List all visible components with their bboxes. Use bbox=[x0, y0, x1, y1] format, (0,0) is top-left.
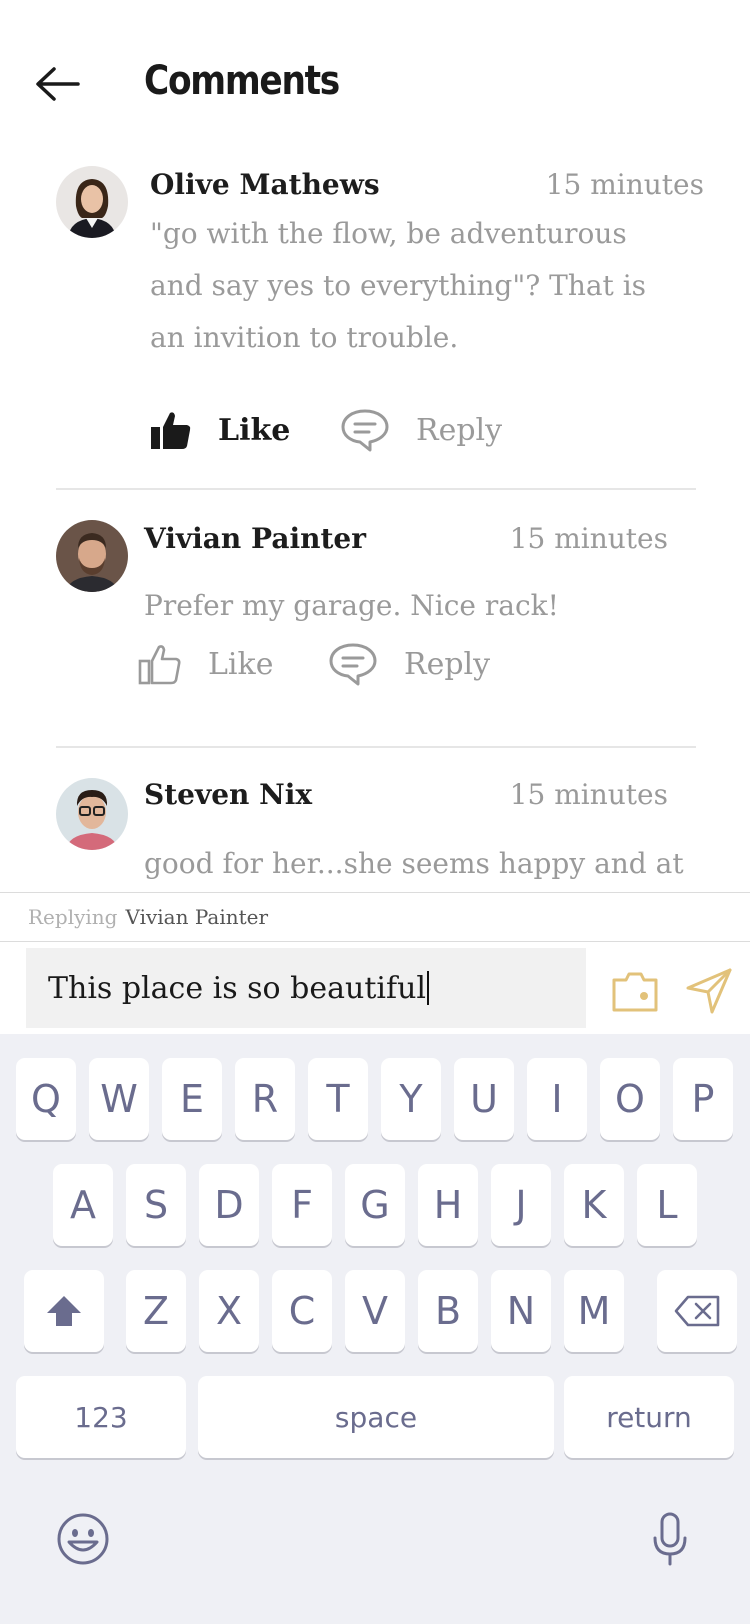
key-a[interactable]: A bbox=[53, 1164, 113, 1246]
avatar[interactable] bbox=[56, 778, 128, 850]
comment-item: Olive Mathews 15 minutes "go with the fl… bbox=[56, 150, 704, 490]
key-j[interactable]: J bbox=[491, 1164, 551, 1246]
key-t[interactable]: T bbox=[308, 1058, 368, 1140]
comment-time: 15 minutes bbox=[509, 522, 668, 555]
text-caret bbox=[427, 971, 429, 1005]
thumbs-up-filled-icon bbox=[151, 412, 191, 449]
page-title: Comments bbox=[144, 58, 340, 104]
key-y[interactable]: Y bbox=[381, 1058, 441, 1140]
comment-text: good for her...she seems happy and at bbox=[144, 847, 684, 880]
camera-button[interactable] bbox=[610, 970, 660, 1014]
key-q[interactable]: Q bbox=[16, 1058, 76, 1140]
keyboard: Q W E R T Y U I O P A S D F G H J K L Z … bbox=[0, 1034, 750, 1624]
key-h[interactable]: H bbox=[418, 1164, 478, 1246]
comment-author[interactable]: Olive Mathews bbox=[150, 168, 380, 201]
microphone-button[interactable] bbox=[652, 1512, 688, 1570]
key-n[interactable]: N bbox=[491, 1270, 551, 1352]
key-i[interactable]: I bbox=[527, 1058, 587, 1140]
comment-input[interactable]: This place is so beautiful bbox=[26, 948, 586, 1028]
comment-text: "go with the flow, be adventurous and sa… bbox=[150, 217, 647, 354]
chat-bubble-icon bbox=[341, 409, 389, 452]
comment-time: 15 minutes bbox=[545, 168, 704, 201]
thumbs-up-outline-icon bbox=[138, 645, 181, 685]
like-button[interactable]: Like bbox=[138, 636, 273, 692]
key-e[interactable]: E bbox=[162, 1058, 222, 1140]
key-k[interactable]: K bbox=[564, 1164, 624, 1246]
replying-indicator: Replying Vivian Painter bbox=[0, 892, 750, 942]
key-x[interactable]: X bbox=[199, 1270, 259, 1352]
emoji-icon bbox=[57, 1513, 109, 1565]
like-button[interactable]: Like bbox=[150, 402, 290, 458]
key-r[interactable]: R bbox=[235, 1058, 295, 1140]
backspace-icon bbox=[674, 1295, 720, 1327]
avatar[interactable] bbox=[56, 166, 128, 238]
numbers-key[interactable]: 123 bbox=[16, 1376, 186, 1458]
comments-list[interactable]: Olive Mathews 15 minutes "go with the fl… bbox=[0, 150, 750, 892]
comment-item: Steven Nix 15 minutes good for her...she… bbox=[56, 748, 696, 892]
key-v[interactable]: V bbox=[345, 1270, 405, 1352]
key-l[interactable]: L bbox=[637, 1164, 697, 1246]
key-z[interactable]: Z bbox=[126, 1270, 186, 1352]
key-d[interactable]: D bbox=[199, 1164, 259, 1246]
key-m[interactable]: M bbox=[564, 1270, 624, 1352]
chat-bubble-icon bbox=[329, 643, 377, 686]
microphone-icon bbox=[653, 1512, 687, 1566]
like-label: Like bbox=[208, 646, 274, 682]
comment-time: 15 minutes bbox=[509, 778, 668, 811]
send-button[interactable] bbox=[684, 966, 734, 1016]
key-s[interactable]: S bbox=[126, 1164, 186, 1246]
reply-button[interactable]: Reply bbox=[328, 636, 490, 692]
shift-icon bbox=[47, 1296, 81, 1326]
return-key[interactable]: return bbox=[564, 1376, 734, 1458]
comment-item: Vivian Painter 15 minutes Prefer my gara… bbox=[56, 490, 696, 748]
like-label: Like bbox=[218, 412, 291, 448]
reply-label: Reply bbox=[416, 412, 503, 448]
comment-text: Prefer my garage. Nice rack! bbox=[144, 589, 559, 622]
key-o[interactable]: O bbox=[600, 1058, 660, 1140]
key-g[interactable]: G bbox=[345, 1164, 405, 1246]
avatar[interactable] bbox=[56, 520, 128, 592]
key-c[interactable]: C bbox=[272, 1270, 332, 1352]
comment-composer: This place is so beautiful bbox=[0, 942, 750, 1034]
emoji-button[interactable] bbox=[56, 1512, 110, 1570]
comment-author[interactable]: Vivian Painter bbox=[144, 522, 366, 555]
header: Comments bbox=[0, 0, 750, 150]
shift-key[interactable] bbox=[24, 1270, 104, 1352]
camera-icon bbox=[612, 972, 658, 1012]
back-button[interactable] bbox=[30, 62, 86, 112]
key-f[interactable]: F bbox=[272, 1164, 332, 1246]
send-icon bbox=[686, 968, 732, 1014]
replying-label: Replying bbox=[28, 905, 118, 929]
space-key[interactable]: space bbox=[198, 1376, 554, 1458]
key-u[interactable]: U bbox=[454, 1058, 514, 1140]
arrow-left-icon bbox=[36, 67, 80, 101]
backspace-key[interactable] bbox=[657, 1270, 737, 1352]
replying-name: Vivian Painter bbox=[125, 905, 269, 929]
key-w[interactable]: W bbox=[89, 1058, 149, 1140]
comment-input-value: This place is so beautiful bbox=[48, 970, 426, 1006]
key-p[interactable]: P bbox=[673, 1058, 733, 1140]
reply-button[interactable]: Reply bbox=[340, 402, 502, 458]
comment-author[interactable]: Steven Nix bbox=[144, 778, 312, 811]
reply-label: Reply bbox=[404, 646, 491, 682]
key-b[interactable]: B bbox=[418, 1270, 478, 1352]
